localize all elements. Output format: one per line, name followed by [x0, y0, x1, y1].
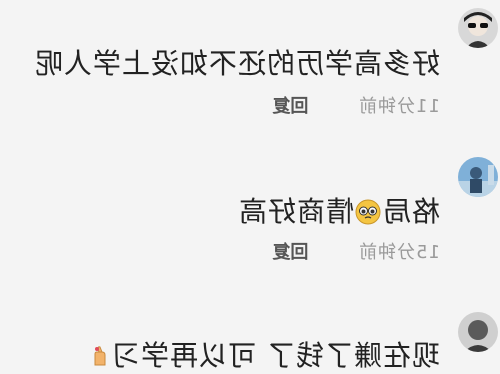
avatar[interactable]	[458, 8, 498, 48]
avatar[interactable]	[458, 312, 498, 352]
comment-text-before: 格局	[381, 195, 440, 228]
comment-text: 好多高学历的还不如没上学人呢	[33, 47, 440, 80]
comment-meta: 11分钟前 回复	[272, 92, 440, 118]
dark-person-avatar-icon	[458, 312, 498, 352]
blue-photo-avatar-icon	[458, 157, 498, 197]
comment-text-after: 情商好高	[237, 195, 354, 228]
comment-meta: 15分钟前 回复	[272, 238, 440, 264]
reply-button[interactable]: 回复	[272, 242, 308, 263]
comment-text: 格局 情商好高	[238, 190, 440, 230]
reply-button[interactable]: 回复	[272, 96, 308, 117]
sunglasses-person-avatar-icon	[458, 8, 498, 48]
pleading-face-emoji-icon	[355, 199, 381, 225]
avatar[interactable]	[458, 157, 498, 197]
comment-time: 15分钟前	[358, 242, 440, 263]
finger-heart-hand-emoji-icon	[89, 345, 111, 367]
comment-time: 11分钟前	[358, 96, 440, 117]
comment-text: 现在赚了钱了 可以再学习	[89, 334, 440, 374]
comment-list: 好多高学历的还不如没上学人呢 11分钟前 回复 格局 情商好高 15分钟前 回复…	[0, 0, 500, 372]
